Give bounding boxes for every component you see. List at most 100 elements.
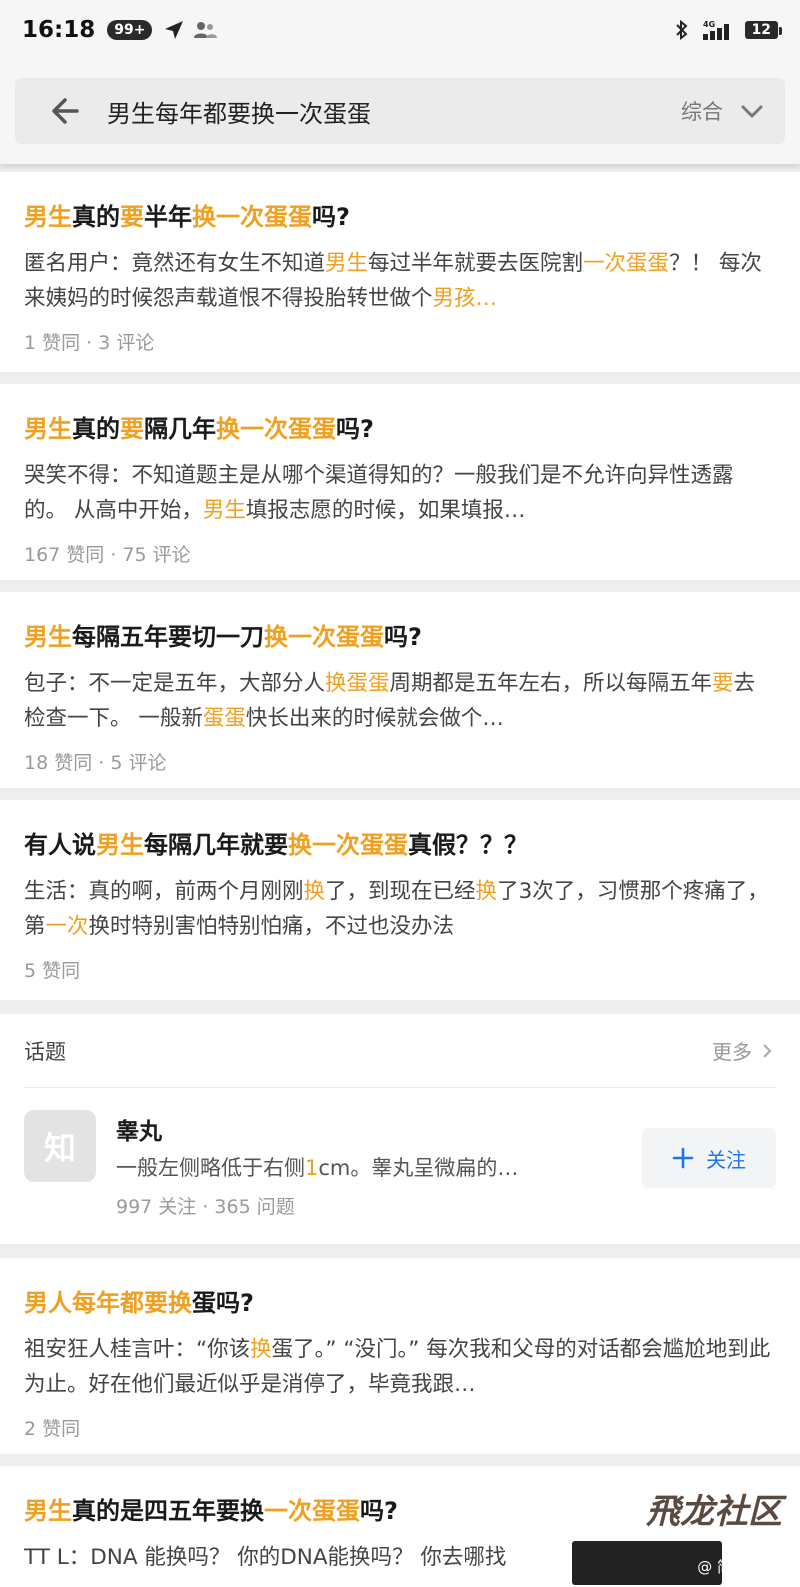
battery-indicator: 12 — [744, 21, 783, 39]
text-segment: 真的 — [72, 203, 120, 231]
bluetooth-icon — [675, 19, 688, 41]
keyword-highlight: 男孩… — [432, 286, 498, 311]
text-segment: 一般左侧略低于右侧 — [116, 1156, 305, 1180]
answer-snippet[interactable]: 包子：不一定是五年，大部分人换蛋蛋周期都是五年左右，所以每隔五年要去检查一下。 … — [24, 666, 776, 736]
topic-avatar: 知 — [24, 1110, 96, 1182]
text-segment: 隔几年 — [144, 415, 216, 443]
watermark-user: @ 简鹊祥 — [697, 1558, 762, 1576]
keyword-highlight: 蛋蛋 — [202, 706, 246, 731]
keyword-highlight: 男生 — [202, 498, 246, 523]
watermark-title: 飛龙社区 — [646, 1492, 782, 1532]
result-card[interactable]: 男生真的要隔几年换一次蛋蛋吗? 哭笑不得：不知道题主是从哪个渠道得知的？一般我们… — [0, 384, 800, 580]
keyword-highlight: 1 — [305, 1156, 319, 1180]
keyword-highlight: 一次 — [45, 914, 89, 939]
keyword-highlight: 换一次蛋蛋 — [192, 203, 312, 231]
chevron-right-icon — [763, 1043, 772, 1058]
result-card[interactable]: 男生每隔五年要切一刀换一次蛋蛋吗? 包子：不一定是五年，大部分人换蛋蛋周期都是五… — [0, 592, 800, 788]
answer-meta: 18 赞同 · 5 评论 — [24, 752, 167, 774]
text-segment: 有人说 — [24, 831, 96, 859]
keyword-highlight: 换蛋蛋 — [325, 671, 390, 696]
follow-label: 关注 — [706, 1147, 746, 1172]
contacts-icon — [194, 22, 218, 38]
status-time: 16:18 — [22, 17, 96, 43]
keyword-highlight: 换 — [250, 1337, 272, 1362]
result-card[interactable]: 男人每年都要换蛋吗? 祖安狂人桂言叶：“你该换蛋了。” “没门。” 每次我和父母… — [0, 1258, 800, 1454]
topic-description: 一般左侧略低于右侧1cm。睾丸呈微扁的… — [116, 1152, 518, 1182]
answer-meta: 167 赞同 · 75 评论 — [24, 544, 191, 566]
answer-snippet[interactable]: 哭笑不得：不知道题主是从哪个渠道得知的？一般我们是不允许向异性透露的。 从高中开… — [24, 458, 776, 528]
result-card[interactable]: 有人说男生每隔几年就要换一次蛋蛋真假？？？ 生活：真的啊，前两个月刚刚换了，到现… — [0, 800, 800, 1000]
text-segment: 每隔五年要切一刀 — [72, 623, 264, 651]
topic-meta: 997 关注 · 365 问题 — [116, 1196, 295, 1218]
signal-icon: 4G — [702, 20, 729, 40]
text-segment: 真的是四五年要换 — [72, 1497, 264, 1525]
keyword-highlight: 男生 — [24, 623, 72, 651]
keyword-highlight: 男生 — [96, 831, 144, 859]
keyword-highlight: 男生 — [24, 203, 72, 231]
keyword-highlight: 男生 — [24, 415, 72, 443]
location-icon — [165, 21, 184, 39]
answer-meta: 1 赞同 · 3 评论 — [24, 332, 155, 354]
keyword-highlight: 换一次蛋蛋 — [216, 415, 336, 443]
answer-meta: 2 赞同 — [24, 1418, 81, 1440]
text-segment: 换时特别害怕特别怕痛，不过也没办法 — [88, 914, 455, 939]
answer-snippet[interactable]: 生活：真的啊，前两个月刚刚换了，到现在已经换了3次了，习惯那个疼痛了，第一次换时… — [24, 874, 776, 944]
back-arrow-icon[interactable] — [47, 92, 85, 130]
keyword-highlight: 要 — [712, 671, 734, 696]
text-segment: 吗? — [360, 1497, 398, 1525]
text-segment: 真假？？？ — [408, 831, 528, 859]
text-segment: 吗? — [336, 415, 374, 443]
more-label: 更多 — [712, 1040, 752, 1064]
answer-snippet[interactable]: 匿名用户：竟然还有女生不知道男生每过半年就要去医院割一次蛋蛋？！ 每次来姨妈的时… — [24, 246, 776, 316]
topic-header: 话题 更多 — [24, 1014, 776, 1088]
more-topics-link[interactable]: 更多 — [712, 1036, 776, 1065]
topic-section: 话题 更多 知 睾丸 一般左侧略低于右侧1cm。睾丸呈微扁的… 997 关注 ·… — [0, 1014, 800, 1244]
keyword-highlight: 换一次蛋蛋 — [288, 831, 408, 859]
question-title[interactable]: 男人每年都要换蛋吗? — [24, 1286, 776, 1320]
search-header: 男生每年都要换一次蛋蛋 综合 — [0, 60, 800, 164]
status-bar: 16:18 99+ 4G 12 — [0, 0, 800, 60]
keyword-highlight: 男生 — [325, 251, 369, 276]
keyword-highlight: 男生 — [24, 1497, 72, 1525]
text-segment: 吗? — [384, 623, 422, 651]
text-segment: TT L：DNA 能换吗？ 你的DNA能换吗？ 你去哪找 — [24, 1545, 507, 1570]
sort-filter-label[interactable]: 综合 — [681, 96, 723, 126]
answer-snippet[interactable]: 祖安狂人桂言叶：“你该换蛋了。” “没门。” 每次我和父母的对话都会尴尬地到此为… — [24, 1332, 776, 1402]
question-title[interactable]: 男生真的要隔几年换一次蛋蛋吗? — [24, 412, 776, 446]
text-segment: 真的 — [72, 415, 120, 443]
keyword-highlight: 一次蛋蛋 — [264, 1497, 360, 1525]
follow-button[interactable]: 关注 — [642, 1128, 776, 1188]
text-segment: 每隔几年就要 — [144, 831, 288, 859]
question-title[interactable]: 有人说男生每隔几年就要换一次蛋蛋真假？？？ — [24, 828, 776, 862]
text-segment: 包子：不一定是五年，大部分人 — [24, 671, 326, 696]
topic-item[interactable]: 知 睾丸 一般左侧略低于右侧1cm。睾丸呈微扁的… 997 关注 · 365 问… — [24, 1088, 776, 1244]
text-segment: 吗? — [312, 203, 350, 231]
text-segment: 填报志愿的时候，如果填报… — [245, 498, 526, 523]
keyword-highlight: 换一次蛋蛋 — [264, 623, 384, 651]
text-segment: 快长出来的时候就会做个… — [245, 706, 504, 731]
keyword-highlight: 要 — [120, 203, 144, 231]
svg-text:4G: 4G — [703, 20, 715, 29]
topic-name[interactable]: 睾丸 — [116, 1112, 162, 1146]
keyword-highlight: 男人每年都要换 — [24, 1289, 192, 1317]
chevron-down-icon[interactable] — [737, 96, 767, 126]
text-segment: 祖安狂人桂言叶：“你该 — [24, 1337, 251, 1362]
search-query[interactable]: 男生每年都要换一次蛋蛋 — [107, 94, 371, 129]
keyword-highlight: 换 — [475, 879, 498, 904]
notification-badge: 99+ — [107, 20, 153, 40]
plus-icon — [672, 1147, 694, 1169]
question-title[interactable]: 男生真的要半年换一次蛋蛋吗? — [24, 200, 776, 234]
search-bar[interactable]: 男生每年都要换一次蛋蛋 综合 — [15, 78, 785, 144]
keyword-highlight: 换 — [303, 879, 326, 904]
watermark: @ 简鹊祥 飛龙社区 — [572, 1492, 782, 1585]
text-segment: 了，到现在已经 — [325, 879, 476, 904]
text-segment: cm。睾丸呈微扁的… — [318, 1156, 519, 1180]
topic-section-label: 话题 — [24, 1039, 66, 1064]
keyword-highlight: 一次蛋蛋 — [583, 251, 670, 276]
text-segment: 蛋吗? — [192, 1289, 254, 1317]
result-card[interactable]: 男生真的要半年换一次蛋蛋吗? 匿名用户：竟然还有女生不知道男生每过半年就要去医院… — [0, 172, 800, 372]
text-segment: 匿名用户：竟然还有女生不知道 — [24, 251, 326, 276]
text-segment: 周期都是五年左右，所以每隔五年 — [389, 671, 713, 696]
answer-meta: 5 赞同 — [24, 960, 81, 982]
question-title[interactable]: 男生每隔五年要切一刀换一次蛋蛋吗? — [24, 620, 776, 654]
